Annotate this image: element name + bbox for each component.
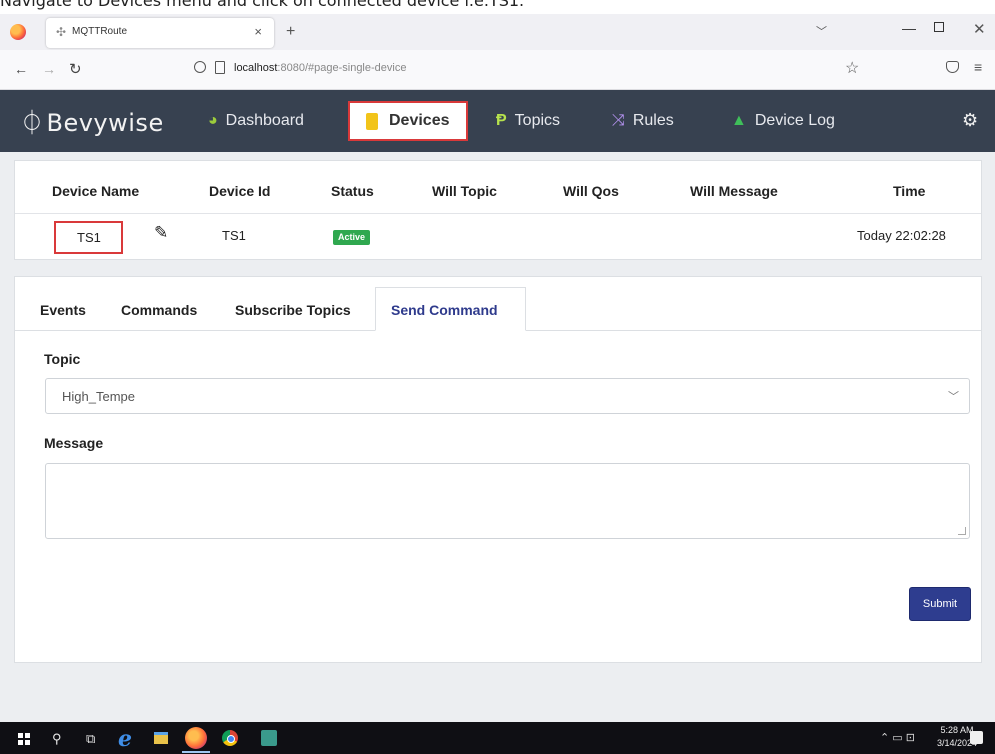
task-view-icon[interactable]: ⧉ xyxy=(86,731,95,747)
nav-topics-label: Topics xyxy=(514,112,561,129)
windows-taskbar: ⚲ ⧉ e ⌃ ▭ ⊡ 5:28 AM 3/14/2024 xyxy=(0,722,995,754)
hamburger-menu-icon[interactable]: ≡ xyxy=(974,59,982,75)
edit-pencil-icon[interactable]: ✎ xyxy=(154,223,168,243)
message-textarea[interactable] xyxy=(45,463,970,539)
nav-device-log-label: Device Log xyxy=(754,112,835,129)
chrome-icon[interactable] xyxy=(222,730,238,746)
screen: Navigate to Devices menu and click on co… xyxy=(0,0,995,754)
tracking-shield-icon[interactable] xyxy=(194,61,206,73)
notification-icon[interactable] xyxy=(970,731,983,744)
device-name: TS1 xyxy=(77,230,101,245)
tab-send-command[interactable]: Send Command xyxy=(375,287,526,331)
browser-tab[interactable]: ✣ MQTTRoute × xyxy=(46,18,274,48)
tab-favicon-icon: ✣ xyxy=(56,25,67,39)
pocket-icon[interactable] xyxy=(946,61,959,73)
instruction-caption: Navigate to Devices menu and click on co… xyxy=(0,0,525,10)
nav-rules[interactable]: ⤨ Rules xyxy=(612,112,674,130)
brand-logo[interactable]: ⏀Bevywise xyxy=(20,103,164,138)
address-bar[interactable]: localhost:8080/#page-single-device xyxy=(234,62,406,74)
header-device-name: Device Name xyxy=(52,183,140,199)
rules-shuffle-icon: ⤨ xyxy=(612,112,625,129)
search-icon[interactable]: ⚲ xyxy=(52,731,62,747)
header-will-topic: Will Topic xyxy=(432,183,497,199)
nav-dashboard[interactable]: ◕ Dashboard xyxy=(208,112,304,130)
tab-subscribe-topics[interactable]: Subscribe Topics xyxy=(235,302,351,318)
gear-icon[interactable]: ⚙ xyxy=(962,110,978,131)
time-value: Today 22:02:28 xyxy=(857,228,946,243)
browser-tab-strip: ✣ MQTTRoute × + ﹀ — ✕ xyxy=(0,14,995,50)
bookmark-star-icon[interactable]: ☆ xyxy=(845,58,859,78)
app-navbar: ⏀Bevywise ◕ Dashboard Devices Ᵽ Topics ⤨ Ru… xyxy=(0,90,995,152)
back-arrow-icon[interactable]: ← xyxy=(14,61,28,77)
url-path: :8080/#page-single-device xyxy=(277,62,407,74)
device-detail-panel: Events Commands Subscribe Topics Send Co… xyxy=(14,276,982,663)
chevron-down-icon: ﹀ xyxy=(948,391,959,403)
device-name-link[interactable]: TS1 xyxy=(54,221,123,254)
tab-send-command-label: Send Command xyxy=(391,302,498,318)
firefox-taskbar-icon[interactable] xyxy=(185,727,207,749)
header-divider xyxy=(15,213,981,214)
nav-dashboard-label: Dashboard xyxy=(225,112,304,129)
nav-rules-label: Rules xyxy=(632,112,674,129)
nav-topics[interactable]: Ᵽ Topics xyxy=(496,112,560,130)
device-table: Device Name Device Id Status Will Topic … xyxy=(14,160,982,260)
topic-selected-value: High_Tempe xyxy=(62,389,135,404)
reload-icon[interactable]: ↻ xyxy=(69,60,82,78)
nav-devices-label: Devices xyxy=(389,112,450,129)
windows-start-icon[interactable] xyxy=(18,733,30,745)
topics-icon: Ᵽ xyxy=(496,112,507,129)
forward-arrow-icon[interactable]: → xyxy=(42,61,56,77)
device-id: TS1 xyxy=(222,228,246,243)
page-info-icon[interactable] xyxy=(215,61,225,74)
app-taskbar-icon[interactable] xyxy=(261,730,277,746)
nav-device-log[interactable]: ▲ Device Log xyxy=(731,112,835,130)
header-time: Time xyxy=(893,183,926,199)
maximize-icon[interactable] xyxy=(934,22,944,32)
system-tray-icons[interactable]: ⌃ ▭ ⊡ xyxy=(880,731,915,744)
tab-list-chevron-icon[interactable]: ﹀ xyxy=(816,23,827,39)
devices-icon xyxy=(366,113,378,130)
header-status: Status xyxy=(331,183,374,199)
warning-triangle-icon: ▲ xyxy=(731,112,747,129)
dashboard-icon: ◕ xyxy=(208,112,218,129)
file-explorer-icon[interactable] xyxy=(154,732,168,744)
nav-devices[interactable]: Devices xyxy=(348,101,468,141)
tab-close-icon[interactable]: × xyxy=(254,24,262,39)
tab-title: MQTTRoute xyxy=(72,26,128,37)
tab-events[interactable]: Events xyxy=(40,302,86,318)
new-tab-icon[interactable]: + xyxy=(286,23,295,41)
window-close-icon[interactable]: ✕ xyxy=(973,20,986,38)
active-app-indicator xyxy=(182,751,210,753)
url-host: localhost xyxy=(234,62,278,74)
brand-name: Bevywise xyxy=(46,109,164,137)
header-will-message: Will Message xyxy=(690,183,778,199)
header-will-qos: Will Qos xyxy=(563,183,619,199)
edge-browser-icon[interactable]: e xyxy=(118,726,132,752)
minimize-icon[interactable]: — xyxy=(902,20,916,36)
brand-mark-icon: ⏀ xyxy=(20,109,45,137)
header-device-id: Device Id xyxy=(209,183,271,199)
topic-label: Topic xyxy=(44,351,81,367)
status-badge: Active xyxy=(333,230,371,245)
submit-button[interactable]: Submit xyxy=(909,587,971,621)
firefox-logo-icon xyxy=(10,24,26,40)
topic-select[interactable]: High_Tempe ﹀ xyxy=(45,378,970,414)
message-label: Message xyxy=(44,435,104,451)
browser-toolbar: ← → ↻ localhost:8080/#page-single-device… xyxy=(0,50,995,90)
tab-commands[interactable]: Commands xyxy=(121,302,197,318)
resize-grip-icon[interactable] xyxy=(958,527,966,535)
